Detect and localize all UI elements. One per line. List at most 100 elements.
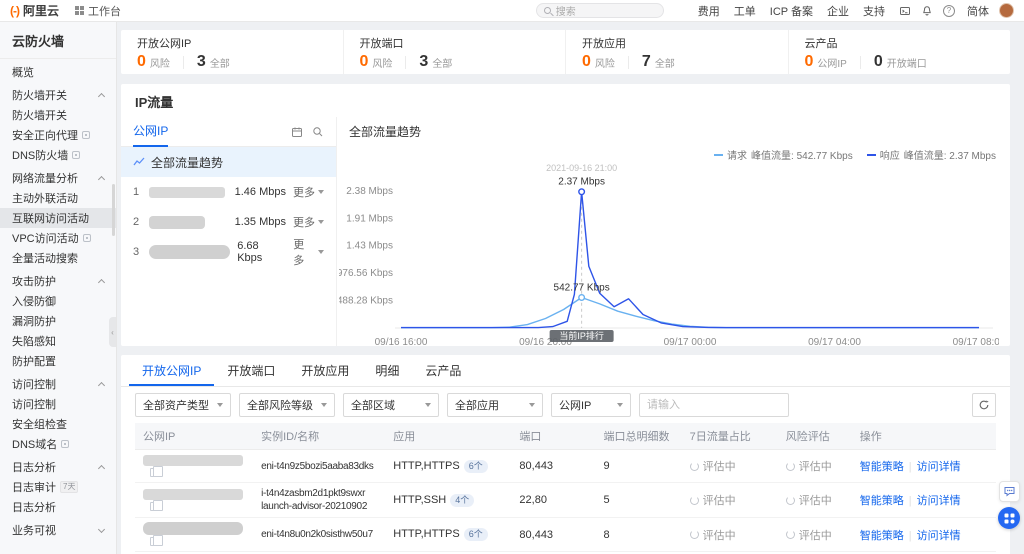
sidebar-item-firewall-switch[interactable]: 防火墙开关 — [0, 105, 116, 125]
sidebar-group-traffic-analysis[interactable]: 网络流量分析 — [0, 168, 116, 188]
assets-panel: 开放公网IP 开放端口 开放应用 明细 云产品 全部资产类型 全部风险等级 全部… — [121, 355, 1010, 554]
console-icon[interactable] — [899, 5, 911, 17]
search-icon[interactable] — [312, 126, 324, 138]
copy-icon[interactable] — [150, 465, 163, 477]
sidebar-title: 云防火墙 — [0, 22, 116, 59]
language-selector[interactable]: 简体 — [967, 3, 989, 19]
app-list: HTTP,HTTPS — [393, 528, 460, 540]
redacted-ip — [149, 245, 231, 259]
public-ip-select[interactable]: 公网IP — [551, 393, 631, 417]
keyword-input[interactable] — [639, 393, 789, 417]
smart-policy-link[interactable]: 智能策略 — [860, 495, 904, 507]
sidebar-group-firewall-switch[interactable]: 防火墙开关 — [0, 85, 116, 105]
traffic-status: 评估中 — [689, 492, 770, 508]
sidebar-group-log-analysis[interactable]: 日志分析 — [0, 457, 116, 477]
calendar-icon[interactable] — [291, 126, 303, 138]
sidebar-item-protection-config[interactable]: 防护配置 — [0, 351, 116, 371]
menu-icp[interactable]: ICP 备案 — [770, 3, 813, 19]
sidebar-item-intrusion-prevention[interactable]: 入侵防御 — [0, 291, 116, 311]
menu-billing[interactable]: 费用 — [698, 3, 720, 19]
alibaba-cloud-logo[interactable]: (-) 阿里云 — [10, 2, 59, 19]
tab-open-public-ip[interactable]: 开放公网IP — [129, 355, 215, 386]
smart-policy-link[interactable]: 智能策略 — [860, 461, 904, 473]
workbench-link[interactable]: 工作台 — [75, 3, 121, 19]
help-icon[interactable]: ? — [943, 4, 955, 17]
stat-card-open-apps[interactable]: 开放应用 0 风险 7 全部 — [565, 30, 788, 74]
app-list: HTTP,HTTPS — [393, 459, 460, 472]
copy-icon[interactable] — [150, 534, 163, 546]
toolbox-button[interactable] — [998, 507, 1020, 529]
app-select[interactable]: 全部应用 — [447, 393, 543, 417]
avatar[interactable] — [999, 3, 1014, 18]
public-ip-count: 0 — [804, 53, 814, 70]
sidebar-item-vpc-access-activity[interactable]: VPC访问活动 — [0, 228, 116, 248]
total-count: 3 — [419, 53, 429, 70]
redacted-ip — [149, 186, 225, 198]
tab-open-apps[interactable]: 开放应用 — [288, 355, 362, 386]
refresh-button[interactable] — [972, 393, 996, 417]
tab-open-ports[interactable]: 开放端口 — [214, 355, 288, 386]
sidebar-item-dns-firewall[interactable]: DNS防火墙 — [0, 145, 116, 165]
traffic-chart: 488.28 Kbps 976.56 Kbps 1.43 Mbps 1.91 Mbps… — [339, 163, 999, 346]
menu-support[interactable]: 支持 — [863, 3, 885, 19]
divider — [405, 55, 407, 69]
stat-card-open-ports[interactable]: 开放端口 0 风险 3 全部 — [342, 30, 566, 74]
stat-card-cloud-products[interactable]: 云产品 0 公网IP 0 开放端口 — [787, 30, 1011, 74]
sidebar-group-access-control[interactable]: 访问控制 — [0, 374, 116, 394]
access-detail-link[interactable]: 访问详情 — [917, 461, 961, 473]
svg-text:09/17 08:00: 09/17 08:00 — [953, 337, 999, 346]
access-detail-link[interactable]: 访问详情 — [917, 495, 961, 507]
menu-enterprise[interactable]: 企业 — [827, 3, 849, 19]
traffic-value: 6.68 Kbps — [237, 240, 263, 264]
sidebar-item-access-control[interactable]: 访问控制 — [0, 394, 116, 414]
risk-level-select[interactable]: 全部风险等级 — [239, 393, 335, 417]
sidebar-item-secure-forward-proxy[interactable]: 安全正向代理 — [0, 125, 116, 145]
table-row[interactable]: eni-t4n9z5bozi5aaba83dks HTTP,HTTPS 6个 80… — [135, 449, 996, 483]
traffic-status: 评估中 — [689, 527, 770, 543]
region-select[interactable]: 全部区域 — [343, 393, 439, 417]
sidebar-group-business-visualization[interactable]: 业务可视 — [0, 520, 116, 540]
assets-tabs: 开放公网IP 开放端口 开放应用 明细 云产品 — [121, 355, 1010, 387]
stat-card-open-public-ip[interactable]: 开放公网IP 0 风险 3 全部 — [121, 30, 343, 74]
sidebar-item-security-group-check[interactable]: 安全组检查 — [0, 414, 116, 434]
smart-policy-link[interactable]: 智能策略 — [860, 530, 904, 542]
more-dropdown[interactable]: 更多 — [293, 236, 324, 268]
sidebar-item-full-activity-search[interactable]: 全量活动搜索 — [0, 248, 116, 268]
svg-text:09/17 04:00: 09/17 04:00 — [808, 337, 861, 346]
tab-public-ip[interactable]: 公网IP — [133, 117, 169, 147]
sidebar-item-outbound-activity[interactable]: 主动外联活动 — [0, 188, 116, 208]
col-port-detail-count: 端口总明细数 — [595, 423, 682, 450]
more-dropdown[interactable]: 更多 — [293, 184, 324, 200]
table-row[interactable]: i-t4n4zasbm2d1pkt9swxr launch-advisor-202… — [135, 482, 996, 518]
global-search-input[interactable]: 搜索 — [535, 3, 664, 18]
sidebar-item-log-analysis[interactable]: 日志分析 — [0, 497, 116, 517]
sidebar-item-log-audit[interactable]: 日志审计 7天 — [0, 477, 116, 497]
copy-icon[interactable] — [150, 499, 163, 511]
ip-rank-item: 2 1.35 Mbps 更多 — [121, 207, 336, 237]
menu-tickets[interactable]: 工单 — [734, 3, 756, 19]
sidebar-group-attack-protection[interactable]: 攻击防护 — [0, 271, 116, 291]
beta-badge-icon — [82, 234, 91, 242]
access-detail-link[interactable]: 访问详情 — [917, 530, 961, 542]
chart-title: 全部流量趋势 — [349, 125, 422, 139]
sidebar-scrollbar[interactable] — [112, 184, 115, 236]
feedback-chat-button[interactable] — [999, 481, 1020, 502]
sidebar-item-overview[interactable]: 概览 — [0, 62, 116, 82]
tab-cloud-products[interactable]: 云产品 — [412, 355, 474, 386]
apps-grid-icon — [1004, 513, 1014, 523]
beta-badge-icon — [82, 131, 90, 139]
table-header-row: 公网IP 实例ID/名称 应用 端口 端口总明细数 7日流量占比 风险评估 操作 — [135, 423, 996, 450]
tab-details[interactable]: 明细 — [362, 355, 412, 386]
sidebar-collapse-handle[interactable]: ‹ — [109, 317, 116, 347]
svg-text:2.38 Mbps: 2.38 Mbps — [346, 186, 393, 197]
sidebar-item-vulnerability-protection[interactable]: 漏洞防护 — [0, 311, 116, 331]
asset-type-select[interactable]: 全部资产类型 — [135, 393, 231, 417]
sidebar-item-dns-domain[interactable]: DNS域名 — [0, 434, 116, 454]
more-dropdown[interactable]: 更多 — [293, 214, 324, 230]
bell-icon[interactable] — [921, 5, 933, 17]
table-row[interactable]: eni-t4n8u0n2k0sisthw50u7 HTTP,HTTPS 6个 80… — [135, 517, 996, 552]
chevron-up-icon — [97, 175, 106, 184]
sidebar-item-breach-awareness[interactable]: 失陷感知 — [0, 331, 116, 351]
all-traffic-trend-item[interactable]: 全部流量趋势 — [121, 147, 336, 177]
sidebar-item-internet-access-activity[interactable]: 互联网访问活动 — [0, 208, 116, 228]
